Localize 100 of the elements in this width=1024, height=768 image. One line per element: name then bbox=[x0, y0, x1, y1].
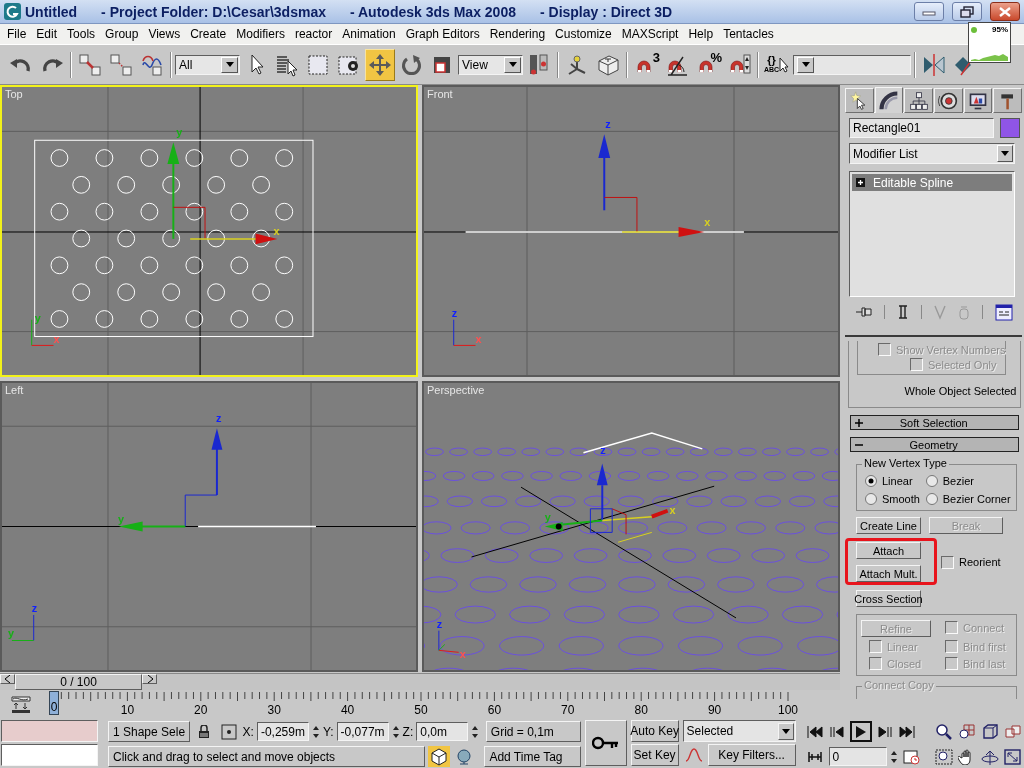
menu-item[interactable]: File bbox=[2, 27, 32, 41]
key-mode-dropdown[interactable]: Selected bbox=[682, 720, 796, 742]
rollout-header[interactable]: Geometry bbox=[850, 437, 1020, 452]
menu-item[interactable]: Help bbox=[683, 27, 719, 41]
x-coordinate-field[interactable]: -0,259m bbox=[256, 722, 309, 741]
axis-label: y bbox=[176, 126, 183, 139]
maximize-button[interactable] bbox=[1002, 746, 1024, 767]
menu-item[interactable]: Views bbox=[143, 27, 186, 41]
frame-label: 100 bbox=[778, 703, 798, 717]
play-button[interactable] bbox=[849, 721, 872, 742]
expand-icon bbox=[856, 178, 865, 187]
prompt-text: Click and drag to select and move objects bbox=[108, 746, 426, 767]
zoom-all-icon bbox=[958, 723, 976, 740]
move-button[interactable] bbox=[365, 48, 395, 81]
modifier-list-dropdown[interactable]: Modifier List bbox=[849, 143, 1015, 164]
radio-button[interactable] bbox=[865, 474, 877, 487]
menu-item[interactable]: Tools bbox=[62, 27, 101, 41]
auto-key-button[interactable]: Auto Key bbox=[630, 720, 679, 742]
menu-item[interactable]: MAXScript bbox=[616, 27, 684, 41]
time-slider-thumb[interactable]: 0 / 100 bbox=[15, 674, 142, 690]
spinner-icon bbox=[470, 724, 479, 739]
move-icon bbox=[368, 52, 392, 77]
listener-field[interactable] bbox=[1, 744, 98, 766]
y-coordinate-field[interactable]: -0,077m bbox=[336, 722, 389, 741]
key-filters-button[interactable]: Key Filters... bbox=[707, 744, 796, 766]
hierarchy-tab[interactable] bbox=[904, 88, 933, 113]
arc-icon bbox=[879, 90, 899, 111]
utilities-tab[interactable] bbox=[993, 88, 1023, 113]
linked-boxes-icon bbox=[78, 52, 102, 77]
dropdown[interactable] bbox=[793, 54, 911, 75]
axis-label: x bbox=[704, 216, 711, 229]
modifier-stack-item[interactable]: Editable Spline bbox=[852, 174, 1012, 191]
z-coordinate-field[interactable]: 0,0m bbox=[416, 722, 468, 741]
menu-item[interactable]: Edit bbox=[31, 27, 63, 41]
orbit-icon bbox=[981, 748, 999, 765]
axis-tripod-drawing bbox=[453, 319, 476, 346]
axis-label: x bbox=[459, 648, 466, 661]
menu-item[interactable]: Modifiers bbox=[231, 27, 290, 41]
add-time-tag-button[interactable]: Add Time Tag bbox=[484, 746, 581, 767]
axis-label: y bbox=[7, 626, 14, 639]
menu-item[interactable]: Graph Editors bbox=[400, 27, 485, 41]
zoom-all-button[interactable] bbox=[956, 721, 978, 742]
previous-frame-button[interactable] bbox=[0, 674, 15, 684]
bin-icon bbox=[958, 304, 970, 320]
region-zoom-button[interactable] bbox=[933, 746, 955, 767]
create-line-button[interactable]: Create Line bbox=[856, 517, 921, 534]
axis-label: x bbox=[475, 333, 482, 346]
menu-item[interactable]: Customize bbox=[550, 27, 617, 41]
axis-label: z bbox=[436, 617, 443, 630]
percent-snap-button[interactable]: % bbox=[693, 48, 723, 81]
next-frame-button[interactable] bbox=[142, 674, 157, 684]
axis-label: x bbox=[273, 224, 280, 237]
selection-count: 1 Shape Sele bbox=[108, 721, 190, 742]
object-color-swatch[interactable] bbox=[1000, 118, 1020, 138]
close-icon bbox=[998, 5, 1012, 18]
checkbox[interactable] bbox=[941, 555, 954, 569]
isolate-button[interactable] bbox=[428, 746, 450, 767]
group-title: Connect Copy bbox=[862, 679, 936, 691]
macro-recorder-field[interactable] bbox=[1, 720, 98, 742]
set-key-big-button[interactable] bbox=[585, 720, 627, 766]
close-button[interactable] bbox=[990, 2, 1020, 21]
menu-item[interactable]: Create bbox=[185, 27, 232, 41]
menu-item[interactable]: Animation bbox=[337, 27, 401, 41]
key-icon bbox=[591, 736, 620, 750]
current-frame-marker[interactable]: 0 bbox=[49, 691, 59, 715]
curve-icon bbox=[684, 747, 703, 763]
minimize-button[interactable] bbox=[914, 2, 944, 21]
dropdown[interactable]: All bbox=[175, 54, 240, 75]
dropdown[interactable]: View bbox=[458, 54, 523, 75]
restore-icon bbox=[960, 5, 974, 18]
region-zoom-icon bbox=[935, 748, 953, 765]
object-name-field[interactable]: Rectangle01 bbox=[849, 118, 994, 138]
axis-label: z bbox=[600, 443, 606, 456]
time-slider-track[interactable]: 0 / 100 bbox=[0, 673, 840, 690]
menu-item[interactable]: Rendering bbox=[484, 27, 551, 41]
create-tab[interactable] bbox=[845, 88, 874, 113]
attach-mult-button[interactable]: Attach Mult. bbox=[856, 565, 921, 582]
play-icon bbox=[853, 724, 868, 739]
menu-item[interactable]: Tentacles bbox=[718, 27, 779, 41]
lock-icon bbox=[197, 724, 210, 739]
radio-button[interactable] bbox=[925, 474, 938, 487]
modify-tab[interactable] bbox=[874, 87, 904, 113]
attach-button[interactable]: Attach bbox=[856, 542, 921, 559]
radio-button[interactable] bbox=[925, 492, 938, 505]
set-key-button[interactable]: Set Key bbox=[630, 744, 679, 766]
menu-item[interactable]: Group bbox=[100, 27, 144, 41]
radio-button[interactable] bbox=[865, 492, 877, 505]
previous-key-icon bbox=[828, 723, 847, 740]
snap-button[interactable]: 3 bbox=[631, 48, 661, 81]
menu-item[interactable]: reactor bbox=[289, 27, 338, 41]
rollout-header[interactable]: Soft Selection bbox=[850, 415, 1020, 430]
window-title: Untitled bbox=[25, 3, 78, 20]
display-tab[interactable] bbox=[963, 88, 993, 113]
time-config-icon bbox=[902, 748, 921, 765]
frame-label: 50 bbox=[414, 703, 428, 717]
restore-button[interactable] bbox=[952, 2, 982, 21]
frame-field[interactable]: 0 bbox=[828, 747, 887, 766]
axis-label: y bbox=[117, 512, 124, 525]
cross-section-button[interactable]: Cross Section bbox=[856, 590, 921, 607]
motion-tab[interactable] bbox=[934, 88, 963, 113]
